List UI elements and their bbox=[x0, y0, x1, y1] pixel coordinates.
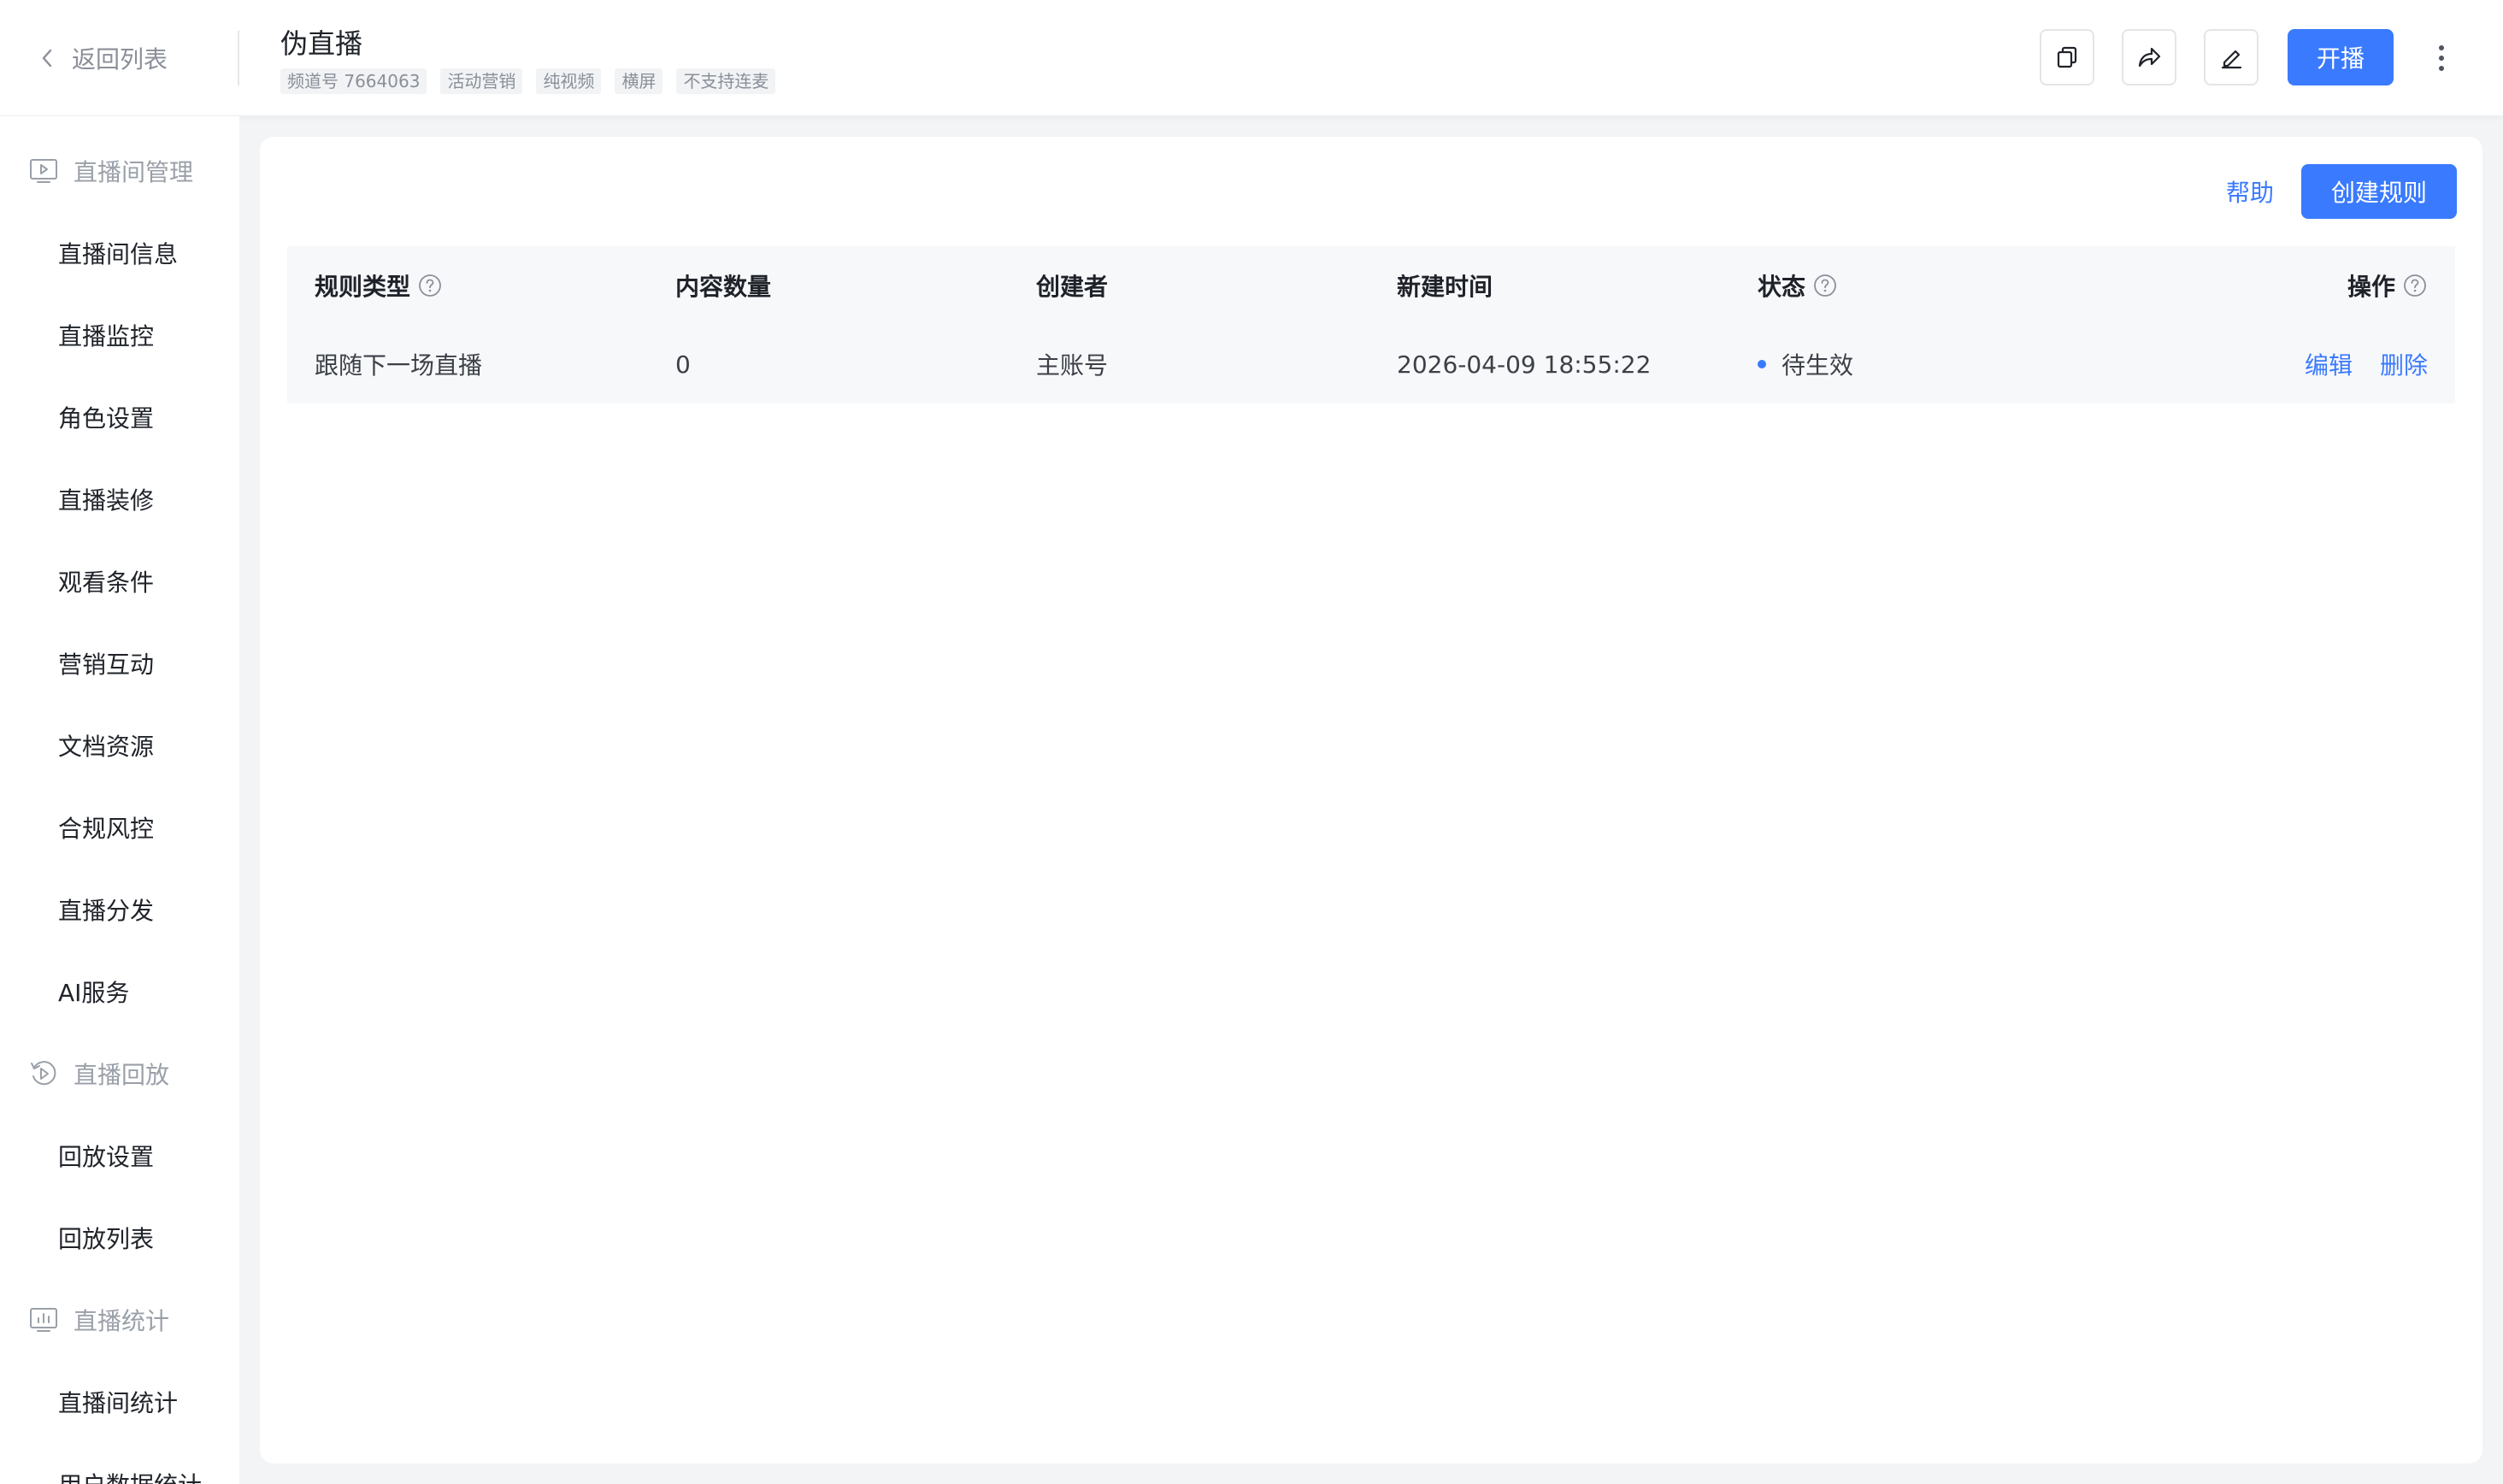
status-label: 待生效 bbox=[1782, 351, 1854, 380]
back-label: 返回列表 bbox=[72, 45, 168, 74]
sidebar-item-user-statistics[interactable]: 用户数据统计 bbox=[58, 1463, 202, 1484]
cell-actions: 编辑 删除 bbox=[2277, 325, 2428, 403]
cell-created-at: 2026-04-09 18:55:22 bbox=[1397, 350, 1652, 379]
column-label: 状态 bbox=[1758, 273, 1806, 301]
edit-channel-button[interactable] bbox=[2204, 29, 2259, 85]
cell-rule-type: 跟随下一场直播 bbox=[315, 351, 483, 380]
chevron-left-icon bbox=[42, 49, 52, 68]
tag-orientation: 横屏 bbox=[615, 68, 663, 94]
channel-tags: 频道号 7664063 活动营销 纯视频 横屏 不支持连麦 bbox=[280, 68, 776, 94]
sidebar-item-documents[interactable]: 文档资源 bbox=[58, 725, 154, 766]
rules-table: 规则类型 内容数量 创建者 新建时间 状态 操作 跟随下一场直播 0 主账号 2… bbox=[287, 246, 2455, 403]
cell-creator: 主账号 bbox=[1036, 351, 1109, 380]
column-header-status: 状态 bbox=[1758, 246, 1838, 325]
sidebar-group-label: 直播统计 bbox=[74, 1307, 170, 1335]
share-icon bbox=[2138, 47, 2161, 68]
sidebar-item-compliance[interactable]: 合规风控 bbox=[58, 807, 154, 848]
sidebar-group-label: 直播间管理 bbox=[74, 158, 194, 186]
copy-button[interactable] bbox=[2040, 29, 2094, 85]
cell-status: 待生效 bbox=[1758, 325, 1853, 403]
cell-count: 0 bbox=[675, 350, 691, 379]
page-title: 伪直播 bbox=[280, 27, 363, 60]
more-vertical-icon bbox=[2439, 45, 2444, 71]
playback-icon bbox=[31, 1061, 56, 1086]
help-link[interactable]: 帮助 bbox=[2226, 174, 2274, 209]
table-row: 跟随下一场直播 0 主账号 2026-04-09 18:55:22 待生效 编辑… bbox=[287, 325, 2455, 403]
question-circle-icon[interactable] bbox=[2402, 273, 2428, 298]
table-header-row: 规则类型 内容数量 创建者 新建时间 状态 操作 bbox=[287, 246, 2455, 325]
sidebar-item-monitor[interactable]: 直播监控 bbox=[58, 315, 154, 356]
delete-rule-link[interactable]: 删除 bbox=[2380, 347, 2428, 381]
copy-icon bbox=[2057, 46, 2077, 68]
sidebar-item-watch-conditions[interactable]: 观看条件 bbox=[58, 561, 154, 602]
sidebar-group-live-room[interactable]: 直播间管理 bbox=[29, 150, 193, 191]
header-divider bbox=[238, 31, 239, 85]
question-circle-icon[interactable] bbox=[1812, 273, 1838, 298]
sidebar-item-playback-settings[interactable]: 回放设置 bbox=[58, 1135, 154, 1176]
sidebar-item-distribution[interactable]: 直播分发 bbox=[58, 889, 154, 930]
column-label: 操作 bbox=[2347, 273, 2395, 301]
tag-mic-link: 不支持连麦 bbox=[676, 68, 776, 94]
sidebar-item-roles[interactable]: 角色设置 bbox=[58, 397, 154, 438]
sidebar-group-playback[interactable]: 直播回放 bbox=[29, 1053, 169, 1094]
column-header-actions: 操作 bbox=[2347, 246, 2428, 325]
column-label: 规则类型 bbox=[315, 273, 411, 301]
back-to-list-button[interactable]: 返回列表 bbox=[41, 38, 168, 79]
tag-scene: 活动营销 bbox=[440, 68, 523, 94]
live-room-icon bbox=[30, 159, 57, 183]
sidebar-item-room-statistics[interactable]: 直播间统计 bbox=[58, 1381, 178, 1422]
column-header-creator: 创建者 bbox=[1036, 273, 1109, 301]
tag-channel-id: 频道号 7664063 bbox=[280, 68, 427, 94]
sidebar-item-marketing[interactable]: 营销互动 bbox=[58, 643, 154, 684]
start-live-button[interactable]: 开播 bbox=[2288, 29, 2394, 85]
statistics-icon bbox=[30, 1308, 57, 1332]
column-header-count: 内容数量 bbox=[675, 273, 772, 301]
sidebar: 直播间管理 直播间信息 直播监控 角色设置 直播装修 观看条件 营销互动 文档资… bbox=[0, 116, 239, 1484]
column-header-created-at: 新建时间 bbox=[1397, 273, 1493, 301]
sidebar-item-decoration[interactable]: 直播装修 bbox=[58, 479, 154, 520]
pencil-icon bbox=[2221, 50, 2242, 69]
create-rule-button[interactable]: 创建规则 bbox=[2301, 164, 2457, 219]
sidebar-group-label: 直播回放 bbox=[74, 1061, 170, 1089]
status-dot bbox=[1758, 360, 1766, 368]
tag-media-type: 纯视频 bbox=[536, 68, 602, 94]
edit-rule-link[interactable]: 编辑 bbox=[2305, 347, 2353, 381]
share-button[interactable] bbox=[2122, 29, 2176, 85]
question-circle-icon[interactable] bbox=[417, 273, 443, 298]
top-header: 返回列表 伪直播 频道号 7664063 活动营销 纯视频 横屏 不支持连麦 开… bbox=[0, 0, 2503, 116]
sidebar-group-statistics[interactable]: 直播统计 bbox=[29, 1299, 169, 1340]
more-menu-button[interactable] bbox=[2426, 38, 2457, 79]
sidebar-item-room-info[interactable]: 直播间信息 bbox=[58, 233, 178, 274]
sidebar-item-playback-list[interactable]: 回放列表 bbox=[58, 1217, 154, 1258]
main-panel: 帮助 创建规则 规则类型 内容数量 创建者 新建时间 状态 操作 跟随下一场直播… bbox=[260, 137, 2482, 1463]
column-header-rule-type: 规则类型 bbox=[315, 246, 443, 325]
sidebar-item-ai-service[interactable]: AI服务 bbox=[58, 971, 129, 1012]
